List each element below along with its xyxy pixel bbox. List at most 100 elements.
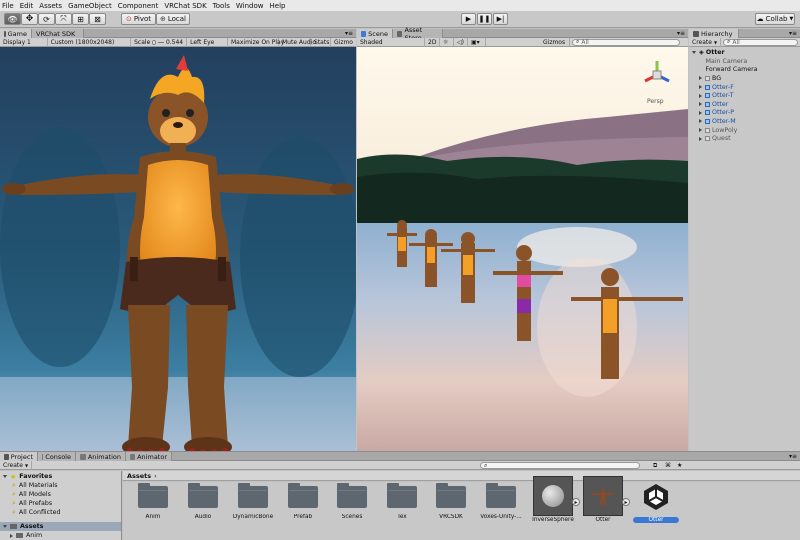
project-create-button[interactable]: Create ▼ bbox=[0, 460, 32, 470]
menu-help[interactable]: Help bbox=[270, 2, 286, 10]
display-dropdown[interactable]: Display 1 bbox=[0, 37, 48, 47]
hierarchy-item[interactable]: Otter-T bbox=[689, 91, 734, 100]
menu-gameobject[interactable]: GameObject bbox=[68, 2, 112, 10]
local-button[interactable]: ⊕ Local bbox=[156, 13, 190, 25]
effects-dropdown[interactable]: ▣▾ bbox=[468, 37, 486, 47]
scale-slider[interactable]: Scale 0.544 bbox=[131, 37, 188, 47]
assets-root[interactable]: Assets bbox=[0, 522, 121, 531]
audio-toggle[interactable]: ◁) bbox=[454, 37, 468, 47]
lighting-toggle[interactable]: ☼ bbox=[440, 37, 454, 47]
asset-item[interactable]: Audio bbox=[182, 483, 224, 520]
hierarchy-item[interactable]: Otter-F bbox=[689, 83, 734, 92]
panel-menu-icon[interactable]: ▾≡ bbox=[677, 30, 685, 37]
collab-button[interactable]: ☁ Collab ▼ bbox=[755, 13, 795, 25]
left-eye-label: Left Eye bbox=[190, 38, 215, 46]
favorite-item[interactable]: ⌕ All Materials bbox=[0, 481, 58, 490]
expand-arrow-icon[interactable]: ▸ bbox=[622, 498, 630, 506]
asset-item[interactable]: Voxes-Unity-... bbox=[480, 483, 522, 520]
favorite-item[interactable]: ⌕ All Conflicted bbox=[0, 508, 61, 517]
panel-menu-icon[interactable]: ▾≡ bbox=[789, 453, 797, 460]
scene-gizmos-dropdown[interactable]: Gizmos bbox=[540, 37, 570, 47]
scene-grid-icon bbox=[361, 30, 367, 37]
search-by-label-button[interactable]: ⌘ bbox=[662, 461, 674, 470]
hierarchy-item[interactable]: LowPoly bbox=[689, 126, 737, 135]
scene-root-otter[interactable]: ◈ Otter bbox=[689, 48, 725, 57]
mute-audio-toggle[interactable]: Mute Audio bbox=[279, 37, 316, 47]
hierarchy-item[interactable]: Main Camera bbox=[689, 57, 748, 66]
chevron-down-icon: ▼ bbox=[789, 16, 794, 22]
resolution-dropdown[interactable]: Custom (1800x2048) bbox=[48, 37, 132, 47]
shading-dropdown[interactable]: Shaded bbox=[357, 37, 425, 47]
menu-file[interactable]: File bbox=[2, 2, 14, 10]
game-viewport[interactable] bbox=[0, 47, 356, 451]
hierarchy-item[interactable]: BG bbox=[689, 74, 721, 83]
step-button[interactable]: ▶| bbox=[493, 13, 508, 25]
menu-edit[interactable]: Edit bbox=[20, 2, 34, 10]
favorites-header[interactable]: ★ Favorites bbox=[0, 472, 52, 481]
scale-tool-button[interactable]: ⤧ bbox=[55, 13, 72, 25]
panel-menu-icon[interactable]: ▾≡ bbox=[345, 30, 353, 37]
gameobject-cube-icon bbox=[705, 118, 710, 124]
asset-item[interactable]: Otter bbox=[633, 484, 679, 523]
tab-console-label: Console bbox=[45, 452, 71, 461]
transform-tool-button[interactable]: ⊠ bbox=[89, 13, 106, 25]
hierarchy-item[interactable]: Otter-P bbox=[689, 109, 734, 118]
tab-animation[interactable]: Animation bbox=[76, 452, 126, 461]
stats-toggle[interactable]: Stats bbox=[311, 37, 331, 47]
asset-item[interactable]: VRCSDK bbox=[430, 483, 472, 520]
hierarchy-search-input[interactable]: ⌕ All bbox=[723, 38, 798, 46]
breadcrumb: Assets › bbox=[123, 471, 800, 481]
eye-dropdown[interactable]: Left Eye bbox=[187, 37, 228, 47]
rotate-tool-button[interactable]: ⟳ bbox=[38, 13, 55, 25]
menu-window[interactable]: Window bbox=[236, 2, 264, 10]
tab-scene-label: Scene bbox=[368, 29, 388, 38]
hierarchy-create-button[interactable]: Create ▼ bbox=[689, 37, 721, 47]
favorite-item[interactable]: ⌕ All Prefabs bbox=[0, 499, 52, 508]
asset-item[interactable]: InverseSphere ▸ bbox=[532, 476, 580, 523]
hierarchy-item[interactable]: Forward Camera bbox=[689, 66, 758, 75]
move-tool-button[interactable]: ✥ bbox=[21, 13, 38, 25]
gizmos-dropdown[interactable]: Gizmo bbox=[331, 38, 356, 47]
asset-item[interactable]: Otter ▸ bbox=[582, 476, 630, 523]
hierarchy-item[interactable]: Quest bbox=[689, 134, 731, 143]
scene-control-bar: Shaded 2D ☼ ◁) ▣▾ Gizmos ⌕ All bbox=[357, 37, 688, 47]
menu-component[interactable]: Component bbox=[118, 2, 159, 10]
expanded-triangle-icon bbox=[3, 525, 7, 528]
tab-animation-label: Animation bbox=[87, 452, 121, 461]
search-icon: ⌕ bbox=[12, 481, 16, 489]
favorite-search-button[interactable]: ★ bbox=[674, 461, 685, 470]
asset-item[interactable]: Anim bbox=[132, 483, 174, 520]
search-icon: ⌕ bbox=[12, 499, 16, 507]
maximize-on-play-toggle[interactable]: Maximize On Play bbox=[228, 37, 284, 47]
collapsed-triangle-icon bbox=[10, 533, 13, 538]
hierarchy-item[interactable]: Otter bbox=[689, 100, 728, 109]
menu-assets[interactable]: Assets bbox=[39, 2, 62, 10]
asset-item[interactable]: Tex bbox=[381, 483, 423, 520]
panel-menu-icon[interactable]: ▾≡ bbox=[789, 30, 797, 37]
menu-vrchat-sdk[interactable]: VRChat SDK bbox=[164, 2, 206, 10]
tab-animator[interactable]: Animator bbox=[126, 452, 172, 461]
scale-slider-thumb[interactable] bbox=[152, 39, 157, 45]
collapsed-triangle-icon bbox=[699, 76, 702, 81]
search-by-type-button[interactable]: ⧉ bbox=[650, 461, 660, 470]
hand-tool-button[interactable]: 👁 bbox=[4, 13, 21, 25]
toggle-2d[interactable]: 2D bbox=[425, 37, 440, 47]
breadcrumb-assets[interactable]: Assets bbox=[127, 472, 151, 480]
layers-dropdown[interactable] bbox=[486, 38, 540, 47]
project-search-input[interactable]: ⌕ bbox=[480, 462, 640, 469]
filter-icon: ⧉ bbox=[653, 461, 658, 469]
scene-viewport[interactable]: Persp bbox=[357, 47, 688, 451]
rect-tool-button[interactable]: ⊞ bbox=[72, 13, 89, 25]
menu-tools[interactable]: Tools bbox=[213, 2, 230, 10]
expand-arrow-icon[interactable]: ▸ bbox=[572, 498, 580, 506]
pause-button[interactable]: ❚❚ bbox=[477, 13, 492, 25]
asset-item[interactable]: Scenes bbox=[331, 483, 373, 520]
asset-item[interactable]: DynamicBone bbox=[232, 483, 274, 520]
favorite-item[interactable]: ⌕ All Models bbox=[0, 490, 51, 499]
asset-item[interactable]: Prefab bbox=[282, 483, 324, 520]
tab-console[interactable]: Console bbox=[38, 452, 76, 461]
pivot-button[interactable]: ⊙ Pivot bbox=[121, 13, 156, 25]
hierarchy-item[interactable]: Otter-M bbox=[689, 117, 736, 126]
play-button[interactable]: ▶ bbox=[461, 13, 476, 25]
scene-search-input[interactable]: ⌕ All bbox=[572, 38, 680, 46]
